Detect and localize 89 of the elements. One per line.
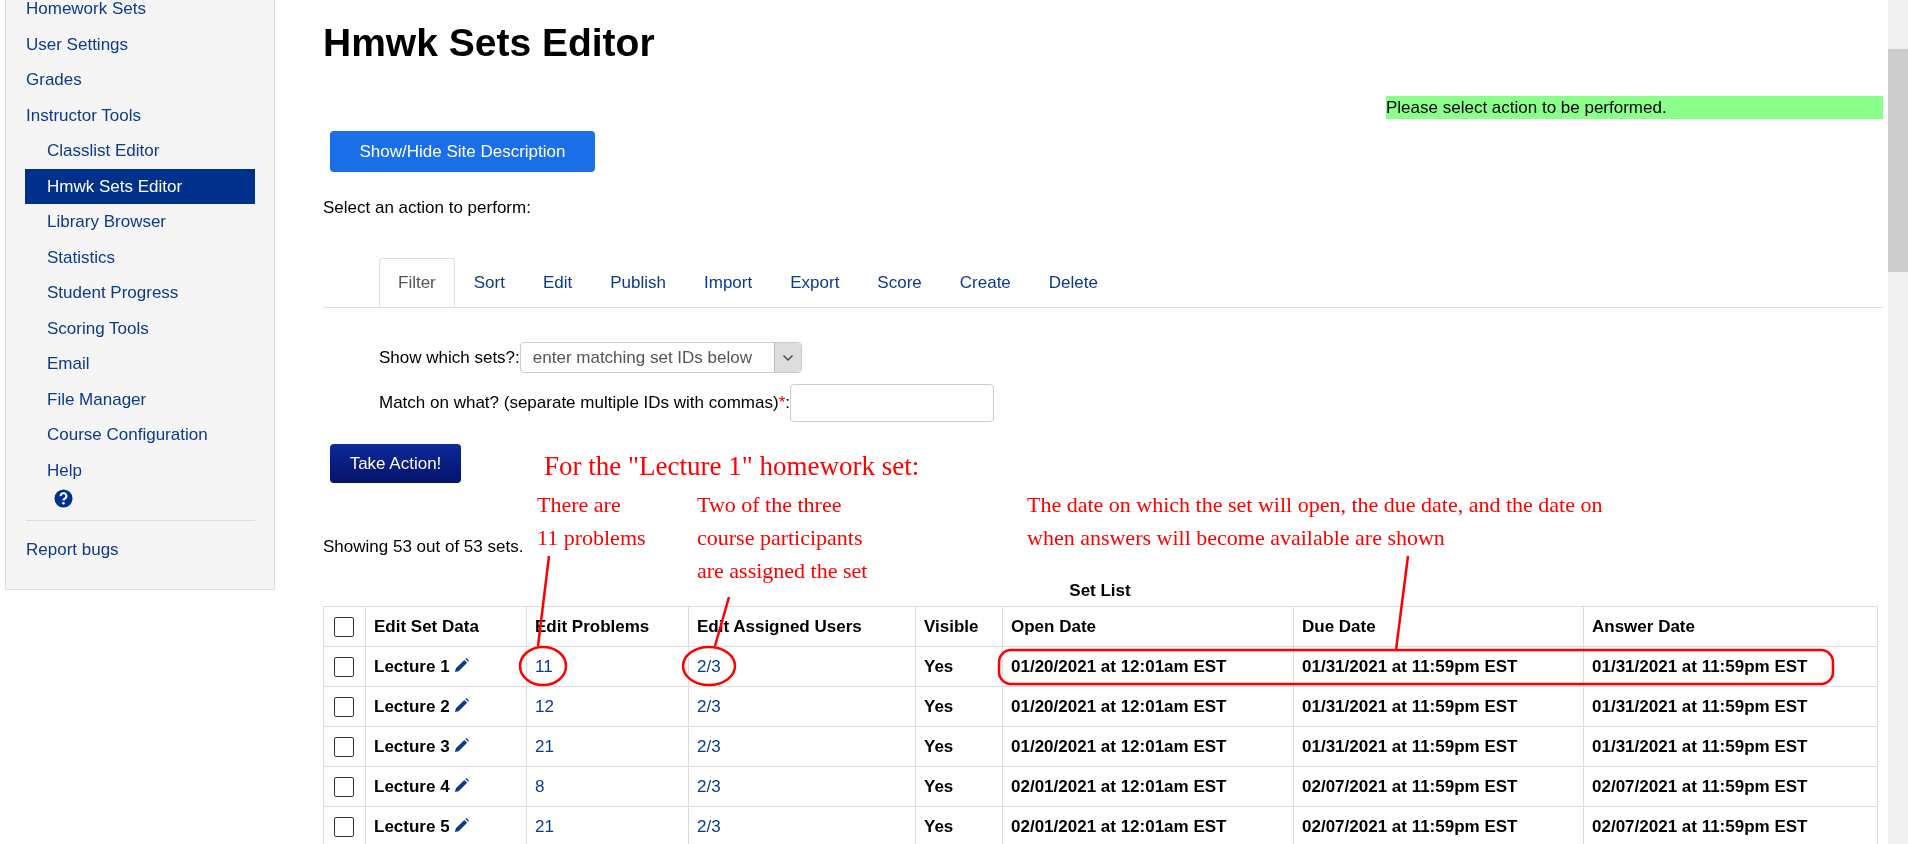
table-cell: 02/07/2021 at 11:59pm EST [1293,766,1584,807]
table-cell: 01/31/2021 at 11:59pm EST [1293,686,1584,727]
annotation-note: The date on which the set will open, the due date, and the date on when answers will become available are shown [1027,491,1603,552]
sidebar-item[interactable]: Course Configuration [25,417,255,453]
sidebar-item[interactable]: Hmwk Sets Editor [25,168,255,204]
table-cell: Yes [915,646,1003,687]
table-cell: 02/07/2021 at 11:59pm EST [1583,766,1878,807]
help-icon[interactable] [54,489,73,508]
action-prompt: Select an action to perform: [323,198,532,218]
annotation-note: There are 11 problems [537,491,646,552]
table-cell: 01/31/2021 at 11:59pm EST [1293,646,1584,687]
action-tab[interactable]: Delete [1029,258,1117,307]
assigned-users-link[interactable]: 2/3 [697,776,721,796]
table-cell: 01/31/2021 at 11:59pm EST [1583,686,1878,727]
column-header: Edit Set Data [365,606,527,647]
action-tab[interactable]: Score [858,258,941,307]
table-cell: Yes [915,686,1003,727]
table-cell: 01/31/2021 at 11:59pm EST [1583,726,1878,767]
set-name: Lecture 4 [374,776,450,796]
set-filter-dropdown[interactable]: enter matching set IDs below [519,342,802,373]
table-cell: 01/31/2021 at 11:59pm EST [1583,646,1878,687]
assigned-users-link[interactable]: 2/3 [697,736,721,756]
take-action-button[interactable]: Take Action! [330,444,461,483]
annotation-note: Two of the three course participants are assigned the set [697,491,868,585]
pencil-icon[interactable] [453,657,469,673]
checkbox[interactable] [334,816,354,837]
sidebar-item[interactable]: Statistics [25,239,255,275]
pencil-icon[interactable] [453,697,469,713]
problems-link[interactable]: 21 [535,736,554,756]
sidebar-item[interactable]: Classlist Editor [25,133,255,169]
pencil-icon[interactable] [453,737,469,753]
table-cell: Yes [915,726,1003,767]
checkbox[interactable] [334,696,354,717]
scrollbar-thumb[interactable] [1888,49,1908,272]
table-cell: 01/20/2021 at 12:01am EST [1002,686,1294,727]
sidebar-item[interactable]: Homework Sets [25,0,255,27]
assigned-users-link[interactable]: 2/3 [697,696,721,716]
sidebar-item[interactable]: Scoring Tools [25,310,255,346]
problems-link[interactable]: 12 [535,696,554,716]
status-message: Please select action to be performed. [1386,96,1883,119]
column-header: Open Date [1002,606,1294,647]
problems-link[interactable]: 21 [535,816,554,836]
checkbox[interactable] [334,616,354,637]
action-tab[interactable]: Export [771,258,859,307]
annotation-circle [518,645,568,687]
show-hide-description-button[interactable]: Show/Hide Site Description [330,131,595,172]
result-count: Showing 53 out of 53 sets. [323,537,524,557]
checkbox[interactable] [334,736,354,757]
checkbox[interactable] [334,776,354,797]
column-header: Visible [915,606,1003,647]
sidebar-item[interactable]: Help [25,452,255,488]
set-name: Lecture 5 [374,816,450,836]
table-cell: Yes [915,766,1003,807]
problems-link[interactable]: 11 [535,656,553,676]
sidebar-item[interactable]: Instructor Tools [25,97,255,133]
sidebar-item[interactable]: Student Progress [25,275,255,311]
pencil-icon[interactable] [453,777,469,793]
action-tab[interactable]: Create [940,258,1030,307]
report-bugs-link[interactable]: Report bugs [25,532,255,568]
action-tab[interactable]: Edit [523,258,592,307]
assigned-users-link[interactable]: 2/3 [697,816,721,836]
set-name: Lecture 1 [374,656,450,676]
annotation-circle [681,645,737,687]
table-cell: 01/31/2021 at 11:59pm EST [1293,726,1584,767]
field-label: Match on what? (separate multiple IDs with commas)*: [379,393,790,413]
action-tab[interactable]: Sort [454,258,524,307]
column-header: Due Date [1293,606,1584,647]
sidebar-item[interactable]: Email [25,346,255,382]
table-cell: 01/20/2021 at 12:01am EST [1002,726,1294,767]
action-tab[interactable]: Filter [379,258,455,307]
annotation-heading: For the "Lecture 1" homework set: [544,450,920,483]
problems-link[interactable]: 8 [535,776,545,796]
sidebar-item[interactable]: Library Browser [25,204,255,240]
page-title: Hmwk Sets Editor [323,20,656,66]
set-name: Lecture 3 [374,736,450,756]
table-caption: Set List [1068,581,1132,601]
match-input-field[interactable] [790,384,994,422]
sidebar-item[interactable]: File Manager [25,381,255,417]
checkbox[interactable] [334,656,354,677]
action-tab[interactable]: Import [685,258,772,307]
action-tab[interactable]: Publish [591,258,686,307]
sidebar-item[interactable]: Grades [25,62,255,98]
field-label: Show which sets?: [379,347,520,368]
table-cell: 01/20/2021 at 12:01am EST [1002,646,1294,687]
column-header: Answer Date [1583,606,1878,647]
table-cell: 02/01/2021 at 12:01am EST [1002,766,1294,807]
sidebar-item[interactable]: User Settings [25,26,255,62]
set-name: Lecture 2 [374,696,450,716]
pencil-icon[interactable] [453,817,469,833]
